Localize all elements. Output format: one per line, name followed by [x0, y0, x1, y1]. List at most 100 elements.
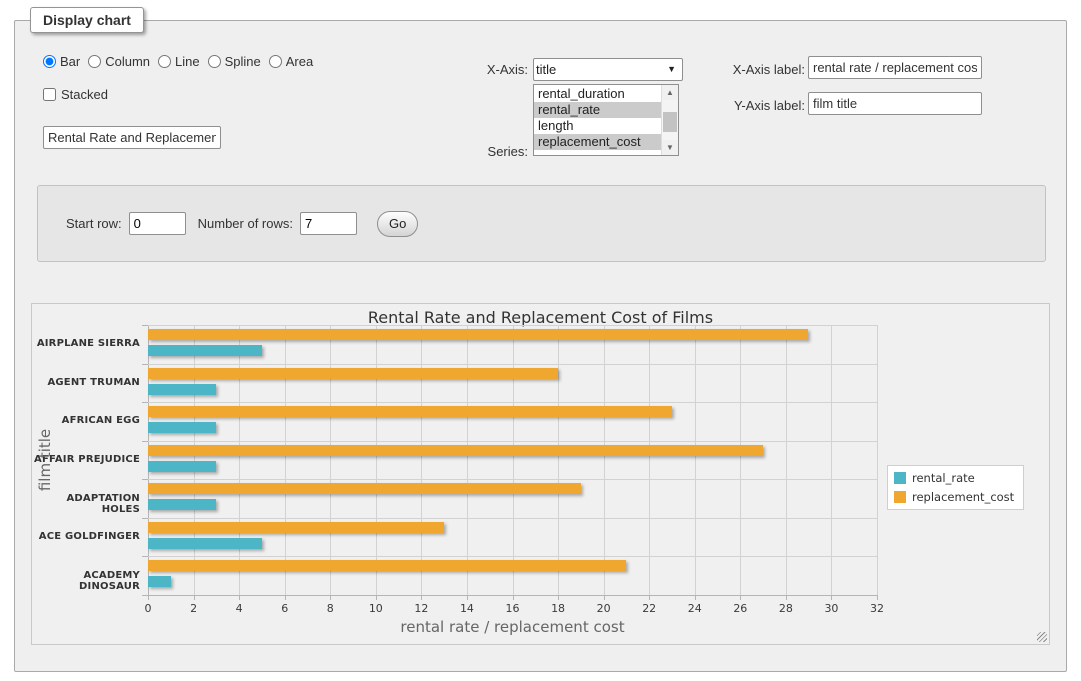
x-gridline: [421, 325, 422, 595]
x-gridline: [239, 325, 240, 595]
x-tick-label: 18: [543, 602, 573, 615]
x-tick-label: 30: [816, 602, 846, 615]
legend-label-rental-rate: rental_rate: [912, 471, 975, 485]
x-gridline: [649, 325, 650, 595]
bar-rental_rate[interactable]: [148, 499, 216, 510]
y-tick: [142, 479, 148, 480]
scrollbar-thumb[interactable]: [663, 112, 677, 132]
category-label: AFRICAN EGG: [26, 415, 140, 426]
chart-type-radio-bar[interactable]: [43, 55, 56, 68]
x-gridline: [786, 325, 787, 595]
y-tick: [142, 364, 148, 365]
y-axis-label-input[interactable]: [808, 92, 982, 115]
series-option-replacement-cost[interactable]: replacement_cost: [534, 134, 661, 150]
chart-type-radio-group: Bar Column Line Spline Area: [43, 54, 313, 69]
chart-type-column[interactable]: Column: [88, 54, 150, 69]
y-tick: [142, 556, 148, 557]
x-tick-label: 20: [589, 602, 619, 615]
x-gridline: [376, 325, 377, 595]
rows-form: Start row: Number of rows: Go: [37, 185, 1046, 262]
category-label: ACADEMY DINOSAUR: [26, 570, 140, 592]
bar-replacement_cost[interactable]: [148, 445, 763, 456]
series-option-length[interactable]: length: [534, 118, 661, 134]
x-gridline: [558, 325, 559, 595]
x-gridline: [740, 325, 741, 595]
display-chart-panel: Display chart Bar Column Line Spline Are…: [14, 20, 1067, 672]
chart-type-label-bar: Bar: [60, 54, 80, 69]
chart-resize-handle-icon[interactable]: [1037, 632, 1047, 642]
y-gridline: [148, 402, 877, 403]
chart-type-label-line: Line: [175, 54, 200, 69]
x-tick-label: 10: [361, 602, 391, 615]
legend-item-replacement-cost[interactable]: replacement_cost: [894, 490, 1014, 504]
y-gridline: [148, 556, 877, 557]
x-axis-label-input[interactable]: [808, 56, 982, 79]
x-tick-label: 32: [862, 602, 892, 615]
bar-rental_rate[interactable]: [148, 384, 216, 395]
x-tick-label: 14: [452, 602, 482, 615]
x-tick-label: 28: [771, 602, 801, 615]
x-gridline: [285, 325, 286, 595]
x-gridline: [877, 325, 878, 595]
legend-item-rental-rate[interactable]: rental_rate: [894, 471, 1014, 485]
y-gridline: [148, 479, 877, 480]
x-gridline: [831, 325, 832, 595]
series-option-rental-rate[interactable]: rental_rate: [534, 102, 661, 118]
stacked-label: Stacked: [61, 87, 108, 102]
x-tick: [877, 595, 878, 600]
x-gridline: [513, 325, 514, 595]
x-axis-select[interactable]: title: [533, 58, 683, 81]
x-tick-label: 26: [725, 602, 755, 615]
y-axis-label-text: Y-Axis label:: [703, 98, 805, 113]
bar-rental_rate[interactable]: [148, 345, 262, 356]
go-button[interactable]: Go: [377, 211, 418, 237]
category-label: AGENT TRUMAN: [26, 377, 140, 388]
series-option-rental-duration[interactable]: rental_duration: [534, 86, 661, 102]
bar-replacement_cost[interactable]: [148, 406, 672, 417]
x-tick-label: 16: [498, 602, 528, 615]
bar-replacement_cost[interactable]: [148, 560, 626, 571]
scroll-up-icon[interactable]: ▲: [662, 85, 678, 100]
series-scrollbar[interactable]: ▲ ▼: [661, 85, 678, 155]
bar-replacement_cost[interactable]: [148, 329, 808, 340]
chart-type-bar[interactable]: Bar: [43, 54, 80, 69]
chart-type-spline[interactable]: Spline: [208, 54, 261, 69]
chart-type-label-spline: Spline: [225, 54, 261, 69]
x-tick-label: 8: [315, 602, 345, 615]
bar-rental_rate[interactable]: [148, 576, 171, 587]
series-listbox[interactable]: rental_duration rental_rate length repla…: [533, 84, 679, 156]
x-gridline: [695, 325, 696, 595]
bar-replacement_cost[interactable]: [148, 368, 558, 379]
scroll-down-icon[interactable]: ▼: [662, 140, 678, 155]
num-rows-input[interactable]: [300, 212, 357, 235]
x-tick-label: 2: [179, 602, 209, 615]
stacked-option[interactable]: Stacked: [43, 87, 108, 102]
y-axis-title: film title: [36, 429, 54, 491]
bar-rental_rate[interactable]: [148, 461, 216, 472]
y-gridline: [148, 595, 877, 596]
legend-label-replacement-cost: replacement_cost: [912, 490, 1014, 504]
x-gridline: [467, 325, 468, 595]
chart-type-line[interactable]: Line: [158, 54, 200, 69]
category-label: AIRPLANE SIERRA: [26, 338, 140, 349]
chart-type-radio-spline[interactable]: [208, 55, 221, 68]
y-gridline: [148, 518, 877, 519]
chart-type-radio-line[interactable]: [158, 55, 171, 68]
bar-replacement_cost[interactable]: [148, 522, 444, 533]
start-row-input[interactable]: [129, 212, 186, 235]
category-label: ADAPTATION HOLES: [26, 493, 140, 515]
bar-rental_rate[interactable]: [148, 538, 262, 549]
x-tick-label: 24: [680, 602, 710, 615]
y-gridline: [148, 364, 877, 365]
series-listbox-label: Series:: [413, 144, 528, 159]
bar-replacement_cost[interactable]: [148, 483, 581, 494]
x-tick-label: 4: [224, 602, 254, 615]
y-tick: [142, 325, 148, 326]
chart-type-area[interactable]: Area: [269, 54, 313, 69]
chart-type-radio-area[interactable]: [269, 55, 282, 68]
bar-rental_rate[interactable]: [148, 422, 216, 433]
chart-title-input[interactable]: [43, 126, 221, 149]
stacked-checkbox[interactable]: [43, 88, 56, 101]
series-options: rental_duration rental_rate length repla…: [534, 86, 661, 154]
chart-type-radio-column[interactable]: [88, 55, 101, 68]
